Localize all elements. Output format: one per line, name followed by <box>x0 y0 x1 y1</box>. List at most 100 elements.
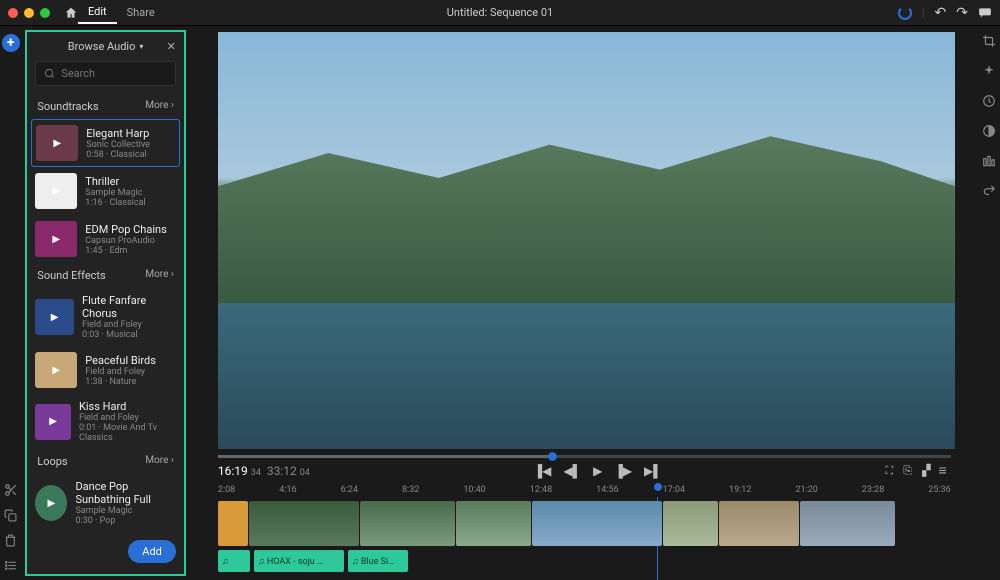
video-clip[interactable] <box>663 501 718 546</box>
timeline-menu-icon[interactable]: ≡ <box>939 462 947 479</box>
playhead-marker[interactable] <box>654 483 662 491</box>
maximize-window[interactable] <box>40 8 50 18</box>
undo-icon[interactable]: ↶ <box>935 5 947 21</box>
left-toolbar: + <box>0 26 21 580</box>
scrubber[interactable] <box>218 455 951 458</box>
audio-track-item[interactable]: ▶Elegant HarpSonic Collective0:58 · Clas… <box>31 119 180 167</box>
track-artist: Field and Foley <box>82 320 176 330</box>
track-meta: 0:03 · Musical <box>82 330 176 340</box>
track-thumbnail: ▶ <box>35 352 77 388</box>
audio-track-item[interactable]: ▶Dance Pop Sunbathing FullSample Magic0:… <box>27 474 184 532</box>
duplicate-icon[interactable] <box>4 509 18 522</box>
audio-track-item[interactable]: ▶Peaceful BirdsField and Foley1:38 · Nat… <box>27 346 184 394</box>
video-track[interactable] <box>218 501 951 546</box>
chevron-down-icon[interactable]: ▾ <box>139 42 143 51</box>
ruler-tick: 25:36 <box>928 485 950 495</box>
quality-icon[interactable]: ▞ <box>922 464 930 478</box>
ruler-tick: 14:56 <box>596 485 618 495</box>
timeline-ruler[interactable]: 2:084:166:248:3210:4012:4814:5617:0419:1… <box>194 483 975 497</box>
track-title: Thriller <box>85 175 145 188</box>
comment-icon[interactable] <box>978 7 992 19</box>
home-icon[interactable] <box>64 6 78 20</box>
play-overlay-icon[interactable]: ▶ <box>48 498 56 509</box>
timeline: ♫♫ HOAX - soju …♫ Blue Si… <box>194 497 975 580</box>
skip-start-icon[interactable]: ▐◀ <box>534 464 552 478</box>
play-overlay-icon[interactable]: ▶ <box>53 138 61 149</box>
audio-clip[interactable]: ♫ Blue Si… <box>348 550 408 572</box>
audio-track[interactable]: ♫♫ HOAX - soju …♫ Blue Si… <box>218 550 951 572</box>
track-artist: Field and Foley <box>79 413 176 423</box>
section-title: Sound Effects <box>37 269 105 282</box>
play-overlay-icon[interactable]: ▶ <box>52 365 60 376</box>
play-overlay-icon[interactable]: ▶ <box>49 416 57 427</box>
video-clip[interactable] <box>532 501 662 546</box>
redo-icon[interactable]: ↷ <box>956 5 968 21</box>
minimize-window[interactable] <box>24 8 34 18</box>
add-button[interactable]: Add <box>128 540 176 563</box>
more-link[interactable]: More › <box>145 100 174 113</box>
play-icon[interactable]: ▶ <box>593 464 602 478</box>
scrubber-knob[interactable] <box>548 452 557 461</box>
search-input[interactable] <box>61 67 186 80</box>
play-overlay-icon[interactable]: ▶ <box>52 186 60 197</box>
title-bar: Edit Share Untitled: Sequence 01 | ↶ ↷ <box>0 0 1000 26</box>
step-forward-icon[interactable]: ▐▶ <box>614 464 632 478</box>
more-link[interactable]: More › <box>145 269 174 282</box>
close-window[interactable] <box>8 8 18 18</box>
time-display: 16:19 34 33:12 04 <box>218 464 310 478</box>
audio-clip[interactable]: ♫ <box>218 550 250 572</box>
track-thumbnail: ▶ <box>35 404 71 440</box>
track-meta: 0:58 · Classical <box>86 150 150 160</box>
close-panel-icon[interactable]: ✕ <box>167 40 176 53</box>
more-link[interactable]: More › <box>145 455 174 468</box>
step-back-icon[interactable]: ◀▌ <box>563 464 581 478</box>
divider: | <box>922 6 925 19</box>
preview-area: 16:19 34 33:12 04 ▐◀ ◀▌ ▶ ▐▶ ▶▌ ⛶ ⎘ ▞ ≡ … <box>190 26 979 580</box>
audio-track-item[interactable]: ▶Kiss HardField and Foley0:01 · Movie An… <box>27 394 184 449</box>
video-preview[interactable] <box>218 32 955 449</box>
ruler-tick: 2:08 <box>218 485 235 495</box>
ruler-tick: 23:28 <box>862 485 884 495</box>
ruler-tick: 6:24 <box>341 485 358 495</box>
audio-track-item[interactable]: ▶Flute Fanfare ChorusField and Foley0:03… <box>27 288 184 346</box>
scissors-icon[interactable] <box>4 483 18 497</box>
crop-icon[interactable] <box>982 34 996 48</box>
export-frame-icon[interactable]: ⎘ <box>903 464 912 478</box>
ruler-tick: 10:40 <box>463 485 485 495</box>
track-title: EDM Pop Chains <box>85 223 166 236</box>
tab-edit[interactable]: Edit <box>78 1 117 24</box>
magic-icon[interactable] <box>982 64 996 78</box>
trash-icon[interactable] <box>4 534 18 547</box>
video-clip[interactable] <box>800 501 895 546</box>
speed-icon[interactable] <box>982 94 996 108</box>
audio-clip[interactable]: ♫ HOAX - soju … <box>254 550 344 572</box>
audio-track-item[interactable]: ▶EDM Pop ChainsCapsun ProAudio1:45 · Edm <box>27 215 184 263</box>
track-title: Kiss Hard <box>79 400 176 413</box>
video-clip[interactable] <box>456 501 531 546</box>
ruler-tick: 4:16 <box>279 485 296 495</box>
tab-share[interactable]: Share <box>117 2 165 23</box>
color-icon[interactable] <box>982 124 996 138</box>
transform-icon[interactable] <box>982 184 996 198</box>
search-icon <box>44 68 55 79</box>
video-clip[interactable] <box>249 501 359 546</box>
video-clip[interactable] <box>218 501 248 546</box>
track-title: Elegant Harp <box>86 127 150 140</box>
search-input-container[interactable] <box>35 61 176 86</box>
track-thumbnail: ▶ <box>35 485 67 521</box>
video-clip[interactable] <box>360 501 455 546</box>
options-icon[interactable] <box>4 559 18 572</box>
video-clip[interactable] <box>719 501 799 546</box>
play-overlay-icon[interactable]: ▶ <box>52 234 60 245</box>
add-media-button[interactable]: + <box>2 34 20 52</box>
fullscreen-icon[interactable]: ⛶ <box>886 464 894 478</box>
audio-track-item[interactable]: ▶ThrillerSample Magic1:16 · Classical <box>27 167 184 215</box>
ruler-tick: 12:48 <box>530 485 552 495</box>
track-meta: 1:16 · Classical <box>85 198 145 208</box>
play-overlay-icon[interactable]: ▶ <box>51 312 59 323</box>
track-thumbnail: ▶ <box>35 299 74 335</box>
section-title: Loops <box>37 455 67 468</box>
skip-end-icon[interactable]: ▶▌ <box>644 464 662 478</box>
audio-tools-icon[interactable] <box>982 154 996 168</box>
track-meta: 1:38 · Nature <box>85 377 156 387</box>
